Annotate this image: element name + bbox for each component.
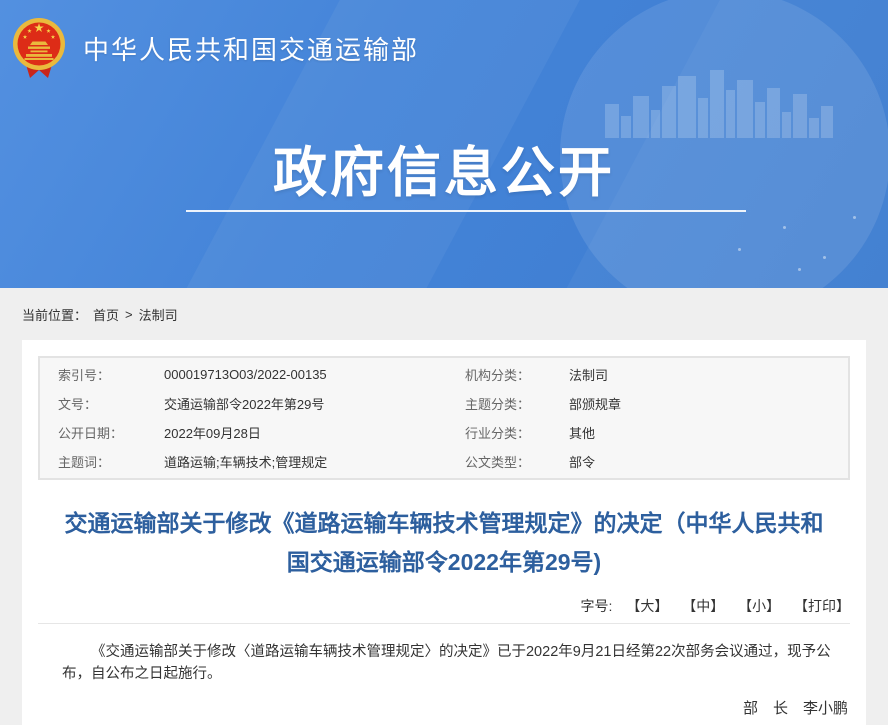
- document-body-paragraph: 《交通运输部关于修改〈道路运输车辆技术管理规定〉的决定》已于2022年9月21日…: [62, 641, 842, 685]
- page-header: 中华人民共和国交通运输部 政府信息公开: [0, 0, 888, 288]
- breadcrumb-label: 当前位置：: [22, 305, 87, 324]
- meta-label-topic-class: 主题分类：: [465, 394, 569, 413]
- meta-value-org: 法制司: [569, 365, 848, 384]
- font-size-small-button[interactable]: 【小】: [738, 598, 780, 614]
- meta-value-keywords: 道路运输;车辆技术;管理规定: [164, 452, 465, 471]
- meta-value-index: 000019713O03/2022-00135: [164, 367, 465, 382]
- meta-label-index: 索引号：: [58, 365, 164, 384]
- breadcrumb-separator: >: [125, 307, 133, 322]
- meta-label-keywords: 主题词：: [58, 452, 164, 471]
- breadcrumb: 当前位置： 首页 > 法制司: [0, 288, 888, 340]
- meta-value-docno: 交通运输部令2022年第29号: [164, 394, 465, 413]
- font-size-controls: 字号: 【大】 【中】 【小】 【打印】: [38, 596, 850, 616]
- meta-value-doctype: 部令: [569, 452, 848, 471]
- table-row: 文号： 交通运输部令2022年第29号 主题分类： 部颁规章: [40, 389, 848, 418]
- document-meta-table: 索引号： 000019713O03/2022-00135 机构分类： 法制司 文…: [38, 356, 850, 480]
- table-row: 索引号： 000019713O03/2022-00135 机构分类： 法制司: [40, 360, 848, 389]
- site-brand[interactable]: 中华人民共和国交通运输部: [12, 16, 419, 80]
- meta-label-org: 机构分类：: [465, 365, 569, 384]
- meta-label-pubdate: 公开日期：: [58, 423, 164, 442]
- font-size-large-button[interactable]: 【大】: [626, 598, 668, 614]
- breadcrumb-current-link[interactable]: 法制司: [139, 305, 178, 324]
- ministry-name: 中华人民共和国交通运输部: [83, 30, 419, 67]
- meta-label-doctype: 公文类型：: [465, 452, 569, 471]
- page-title: 交通运输部关于修改《道路运输车辆技术管理规定》的决定（中华人民共和国交通运输部令…: [58, 504, 830, 582]
- meta-label-docno: 文号：: [58, 394, 164, 413]
- font-size-medium-button[interactable]: 【中】: [682, 598, 724, 614]
- meta-value-pubdate: 2022年09月28日: [164, 423, 465, 442]
- banner-title: 政府信息公开: [0, 128, 888, 207]
- font-size-label: 字号:: [581, 598, 613, 614]
- minister-signature: 部 长 李小鹏: [38, 697, 850, 718]
- national-emblem-icon: [12, 16, 66, 80]
- meta-value-topic-class: 部颁规章: [569, 394, 848, 413]
- meta-value-industry: 其他: [569, 423, 848, 442]
- table-row: 公开日期： 2022年09月28日 行业分类： 其他: [40, 418, 848, 447]
- particle-decoration: [728, 208, 868, 278]
- article-container: 索引号： 000019713O03/2022-00135 机构分类： 法制司 文…: [22, 340, 866, 725]
- table-row: 主题词： 道路运输;车辆技术;管理规定 公文类型： 部令: [40, 447, 848, 476]
- print-button[interactable]: 【打印】: [794, 598, 850, 614]
- meta-label-industry: 行业分类：: [465, 423, 569, 442]
- banner-underline: [186, 210, 746, 212]
- title-divider: [38, 623, 850, 624]
- breadcrumb-home-link[interactable]: 首页: [93, 305, 119, 324]
